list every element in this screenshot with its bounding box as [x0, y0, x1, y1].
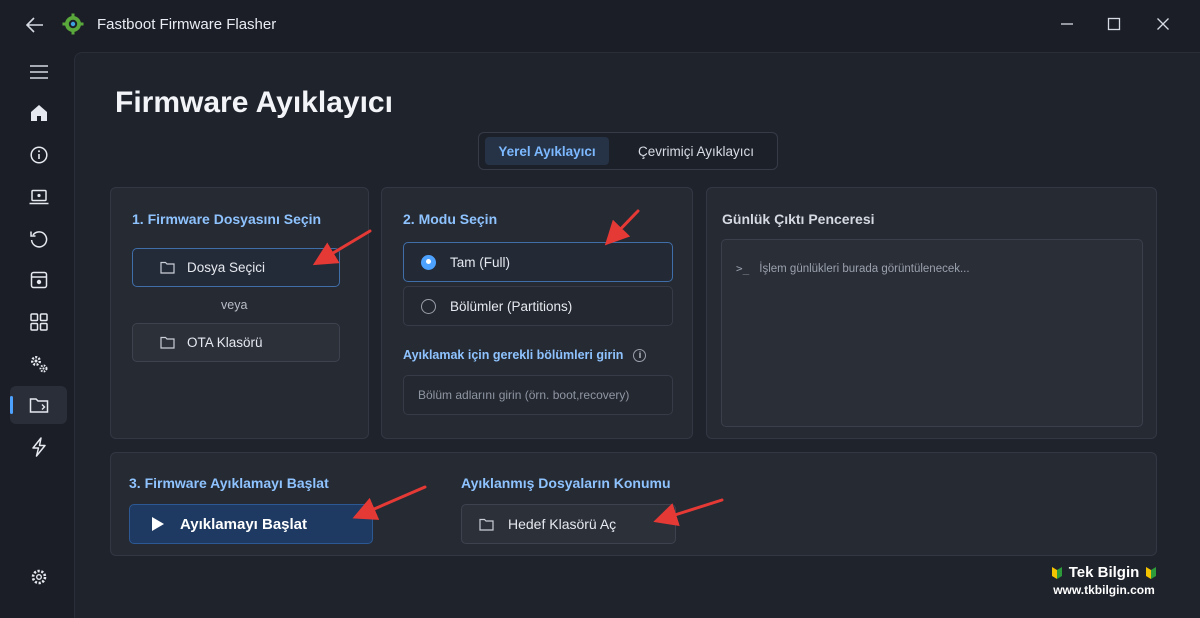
sidebar-item-restore[interactable] — [10, 220, 67, 258]
flash-icon — [31, 437, 46, 457]
firmware-select-card: 1. Firmware Dosyasını Seçin Dosya Seçici… — [110, 187, 369, 439]
sidebar-item-flash[interactable] — [10, 428, 67, 466]
watermark-name-row: Tek Bilgin — [1044, 564, 1164, 581]
file-picker-label: Dosya Seçici — [187, 260, 266, 275]
sidebar-item-info[interactable] — [10, 136, 67, 174]
file-folder-icon — [160, 261, 175, 274]
ota-folder-label: OTA Klasörü — [187, 335, 263, 350]
window-title: Fastboot Firmware Flasher — [97, 16, 277, 33]
partitions-field-label-text: Ayıklamak için gerekli bölümleri girin — [403, 348, 624, 362]
mode-select-title: 2. Modu Seçin — [403, 211, 498, 227]
log-output-area[interactable]: >_ İşlem günlükleri burada görüntülenece… — [721, 239, 1143, 427]
beginner-mark-icon — [1051, 566, 1062, 579]
menu-icon — [29, 65, 48, 79]
partitions-field-label: Ayıklamak için gerekli bölümleri girin i — [403, 348, 647, 362]
start-extract-title: 3. Firmware Ayıklamayı Başlat — [129, 475, 329, 491]
folder-icon — [160, 336, 175, 349]
mode-option-full[interactable]: Tam (Full) — [403, 242, 673, 282]
watermark: Tek Bilgin www.tkbilgin.com — [1044, 564, 1164, 597]
terminal-prompt-icon: >_ — [736, 262, 750, 275]
tab-local-extractor[interactable]: Yerel Ayıklayıcı — [485, 137, 609, 165]
log-output-title: Günlük Çıktı Penceresi — [722, 211, 875, 227]
gears-icon — [30, 356, 47, 373]
app-window: Fastboot Firmware Flasher Firmware Ayıkl… — [0, 0, 1200, 618]
minimize-icon — [1061, 23, 1073, 25]
mode-option-partitions-label: Bölümler (Partitions) — [450, 298, 573, 314]
app-logo-icon — [62, 13, 84, 35]
start-extract-button[interactable]: Ayıklamayı Başlat — [129, 504, 373, 544]
folder-extract-icon — [29, 398, 48, 413]
settings-icon — [31, 569, 46, 585]
sidebar-item-archive[interactable] — [10, 261, 67, 299]
tab-online-extractor[interactable]: Çevrimiçi Ayıklayıcı — [621, 137, 771, 165]
watermark-name: Tek Bilgin — [1068, 564, 1140, 581]
page-title: Firmware Ayıklayıcı — [115, 86, 393, 119]
partitions-input-placeholder: Bölüm adlarını girin (örn. boot,recovery… — [418, 388, 630, 402]
log-placeholder-text: İşlem günlükleri burada görüntülenecek..… — [759, 262, 970, 275]
open-target-folder-label: Hedef Klasörü Aç — [508, 516, 617, 532]
play-icon — [152, 517, 164, 531]
laptop-icon — [29, 189, 48, 205]
log-placeholder-line: >_ İşlem günlükleri burada görüntülenece… — [736, 262, 970, 275]
radio-button-selected[interactable] — [421, 254, 436, 270]
folder-icon — [479, 518, 494, 531]
beginner-mark-icon — [1146, 566, 1157, 579]
log-output-card: Günlük Çıktı Penceresi >_ İşlem günlükle… — [706, 187, 1157, 439]
sidebar-item-apps[interactable] — [10, 303, 67, 341]
sidebar — [0, 50, 74, 618]
maximize-button[interactable] — [1099, 10, 1129, 38]
menu-toggle-button[interactable] — [10, 53, 67, 91]
output-location-title: Ayıklanmış Dosyaların Konumu — [461, 475, 671, 491]
watermark-url: www.tkbilgin.com — [1053, 583, 1155, 597]
home-icon — [30, 105, 47, 121]
back-button[interactable] — [22, 12, 48, 38]
start-extract-label: Ayıklamayı Başlat — [180, 515, 308, 533]
ota-folder-button[interactable]: OTA Klasörü — [132, 323, 340, 362]
close-button[interactable] — [1148, 10, 1178, 38]
file-picker-button[interactable]: Dosya Seçici — [132, 248, 340, 287]
sidebar-item-settings[interactable] — [10, 558, 67, 596]
main-content: Firmware Ayıklayıcı Yerel Ayıklayıcı Çev… — [74, 52, 1200, 618]
maximize-icon — [1107, 17, 1121, 31]
mode-option-partitions[interactable]: Bölümler (Partitions) — [403, 286, 673, 326]
mode-option-full-label: Tam (Full) — [450, 254, 510, 270]
minimize-button[interactable] — [1052, 10, 1082, 38]
info-icon — [29, 146, 48, 164]
mode-select-card: 2. Modu Seçin Tam (Full) Bölümler (Parti… — [381, 187, 693, 439]
radio-button[interactable] — [421, 298, 436, 314]
extract-actions-card: 3. Firmware Ayıklamayı Başlat Ayıklamayı… — [110, 452, 1157, 556]
archive-icon — [30, 271, 47, 289]
sidebar-item-device[interactable] — [10, 178, 67, 216]
partitions-input[interactable]: Bölüm adlarını girin (örn. boot,recovery… — [403, 375, 673, 415]
sidebar-item-home[interactable] — [10, 94, 67, 132]
info-icon[interactable]: i — [633, 348, 647, 362]
firmware-select-title: 1. Firmware Dosyasını Seçin — [132, 211, 322, 227]
extractor-mode-tabs: Yerel Ayıklayıcı Çevrimiçi Ayıklayıcı — [478, 132, 778, 170]
sidebar-item-firmware-extractor[interactable] — [10, 386, 67, 424]
restore-icon — [29, 231, 47, 248]
open-target-folder-button[interactable]: Hedef Klasörü Aç — [461, 504, 676, 544]
close-icon — [1157, 18, 1169, 30]
sidebar-item-tools[interactable] — [10, 345, 67, 383]
title-bar: Fastboot Firmware Flasher — [0, 0, 1200, 50]
apps-grid-icon — [29, 313, 48, 331]
or-label: veya — [221, 298, 248, 312]
back-arrow-icon — [26, 17, 43, 33]
